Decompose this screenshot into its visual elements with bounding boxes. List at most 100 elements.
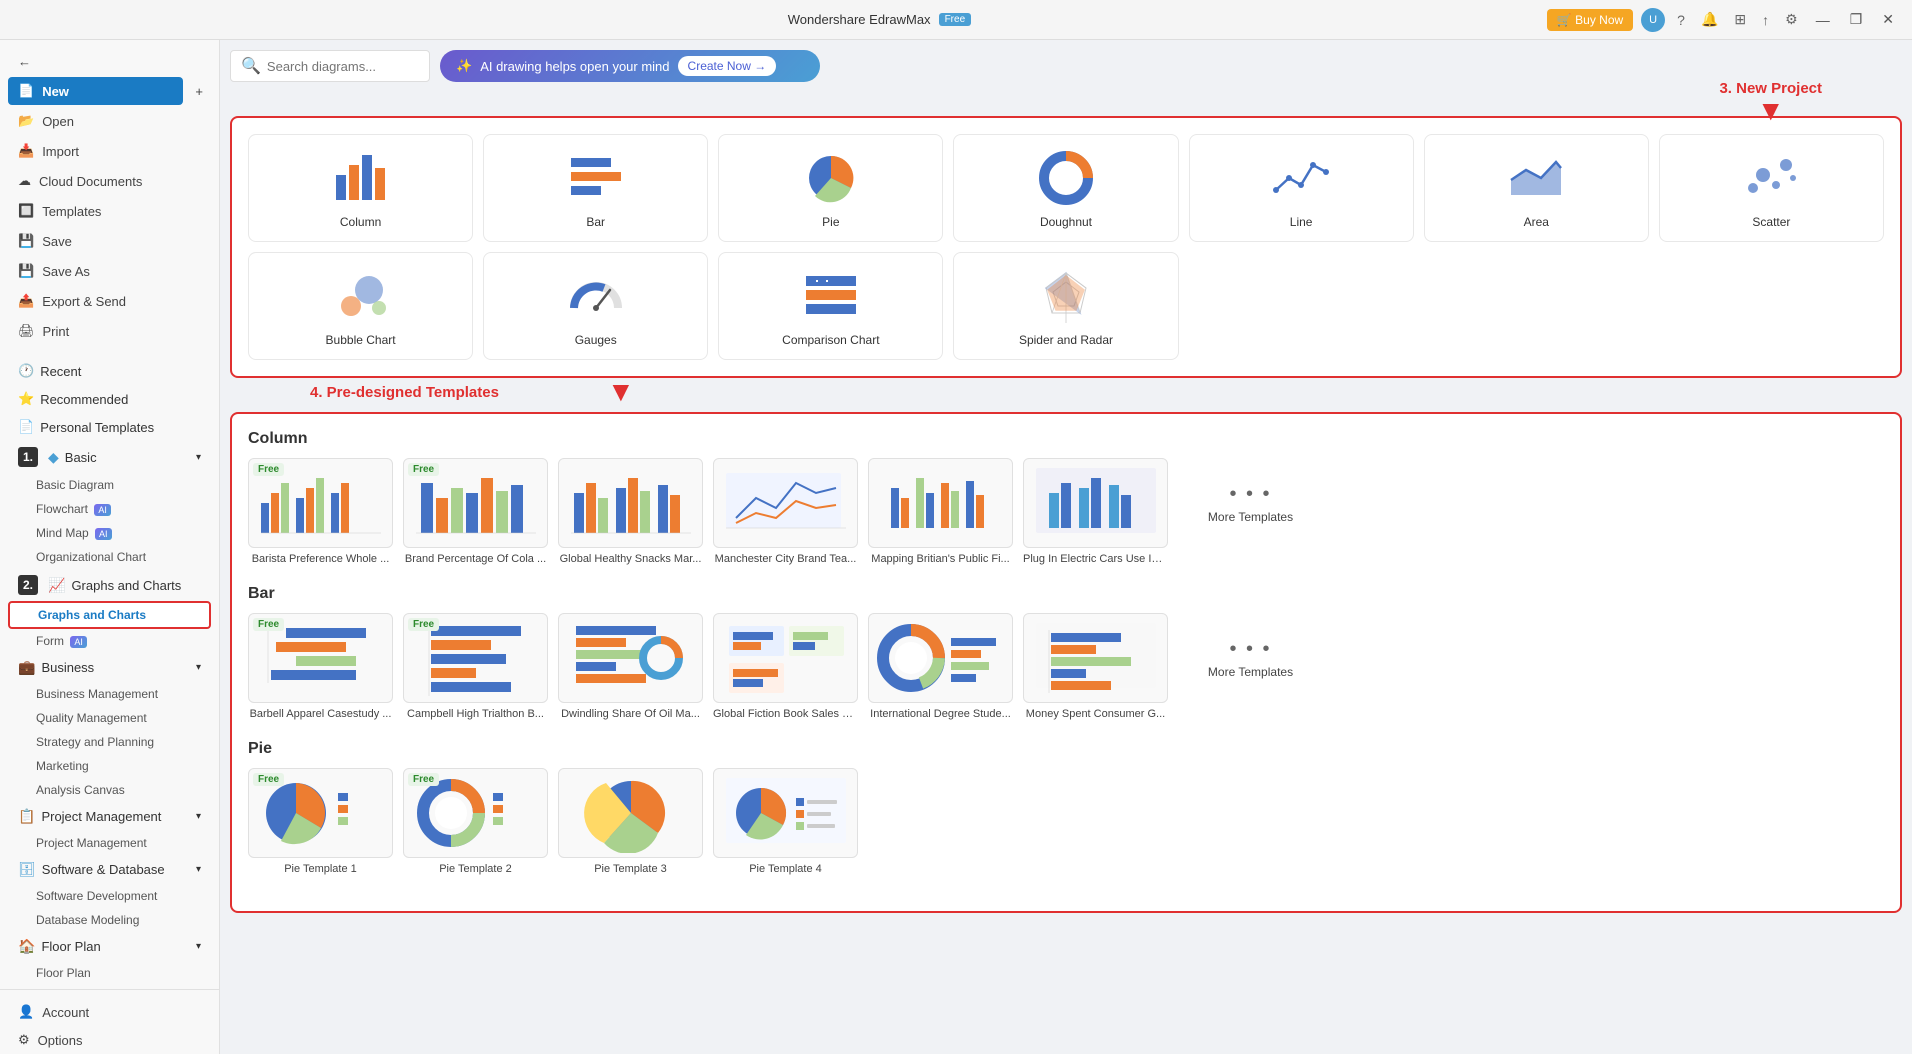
user-avatar[interactable]: U (1641, 8, 1665, 32)
bubble-icon (331, 265, 391, 325)
section-floor-header[interactable]: 🏠 Floor Plan ▾ (8, 932, 211, 961)
template-pie-3[interactable]: Pie Template 3 (558, 768, 703, 875)
sidebar-item-mind-map[interactable]: Mind Map AI (8, 521, 211, 545)
ai-badge-form: AI (70, 636, 87, 648)
free-badge-barista: Free (253, 463, 284, 476)
main-layout: ← 📄 New + 📂 Open 📥 Import ☁ (0, 40, 1912, 1054)
template-pie-4[interactable]: Pie Template 4 (713, 768, 858, 875)
new-button[interactable]: 📄 New (8, 77, 183, 105)
open-button[interactable]: 📂 Open (8, 107, 211, 135)
bubble-label: Bubble Chart (326, 333, 396, 347)
chart-type-column[interactable]: Column (248, 134, 473, 242)
doughnut-label: Doughnut (1040, 215, 1092, 229)
sidebar-item-org-chart[interactable]: Organizational Chart (8, 545, 211, 569)
help-icon[interactable]: ? (1673, 10, 1689, 30)
back-button[interactable]: ← (8, 48, 211, 75)
import-button[interactable]: 📥 Import (8, 137, 211, 165)
chart-type-scatter[interactable]: Scatter (1659, 134, 1884, 242)
sidebar-item-strategy[interactable]: Strategy and Planning (8, 730, 211, 754)
search-input[interactable] (267, 59, 407, 74)
template-oil[interactable]: Dwindling Share Of Oil Ma... (558, 613, 703, 720)
template-fiction[interactable]: Global Fiction Book Sales B... (713, 613, 858, 720)
create-now-button[interactable]: Create Now → (678, 56, 777, 76)
minimize-button[interactable]: — (1810, 10, 1836, 30)
sidebar-item-floor-plan[interactable]: Floor Plan (8, 961, 211, 985)
chart-type-pie[interactable]: Pie (718, 134, 943, 242)
chart-type-line[interactable]: Line (1189, 134, 1414, 242)
options-button[interactable]: ⚙ Options (8, 1026, 211, 1054)
maximize-button[interactable]: ❐ (1844, 9, 1869, 30)
cloud-button[interactable]: ☁ Cloud Documents (8, 167, 211, 195)
floor-icon: 🏠 (18, 938, 35, 955)
search-box[interactable]: 🔍 (230, 50, 430, 82)
chart-type-doughnut[interactable]: Doughnut (953, 134, 1178, 242)
sidebar-item-personal-templates[interactable]: 📄 Personal Templates (8, 413, 211, 441)
template-barbell[interactable]: Free (248, 613, 393, 720)
chart-type-area[interactable]: Area (1424, 134, 1649, 242)
chart-type-gauges[interactable]: Gauges (483, 252, 708, 360)
new-plus-button[interactable]: + (187, 78, 211, 105)
export-button[interactable]: 📤 Export & Send (8, 287, 211, 315)
buy-now-button[interactable]: 🛒 Buy Now (1547, 9, 1633, 31)
back-icon: ← (18, 54, 31, 69)
titlebar-center: Wondershare EdrawMax Free (788, 12, 971, 27)
chart-type-bubble[interactable]: Bubble Chart (248, 252, 473, 360)
section-project-header[interactable]: 📋 Project Management ▾ (8, 802, 211, 831)
settings-icon[interactable]: ⚙ (1781, 9, 1802, 30)
section-business-header[interactable]: 💼 Business ▾ (8, 653, 211, 682)
print-label: Print (43, 324, 70, 339)
bar-icon (566, 147, 626, 207)
graphs-icon: 📈 (48, 577, 65, 594)
sidebar-item-recommended[interactable]: ⭐ Recommended (8, 385, 211, 413)
template-barista[interactable]: Free (248, 458, 393, 565)
step1-label: 1. (18, 447, 38, 467)
sidebar-item-database-modeling[interactable]: Database Modeling (8, 908, 211, 932)
sidebar-item-graphs-charts[interactable]: Graphs and Charts (8, 601, 211, 629)
share-icon[interactable]: ↑ (1758, 10, 1773, 30)
save-button[interactable]: 💾 Save (8, 227, 211, 255)
bell-icon[interactable]: 🔔 (1697, 9, 1722, 30)
templates-button[interactable]: 🔲 Templates (8, 197, 211, 225)
more-column-templates[interactable]: • • • More Templates (1178, 458, 1323, 548)
account-button[interactable]: 👤 Account (8, 998, 211, 1026)
free-badge-barbell: Free (253, 618, 284, 631)
more-bar-templates[interactable]: • • • More Templates (1178, 613, 1323, 703)
sidebar-item-basic-diagram[interactable]: Basic Diagram (8, 473, 211, 497)
recommended-label: Recommended (40, 392, 128, 407)
template-electric-cars[interactable]: Plug In Electric Cars Use In ... (1023, 458, 1168, 565)
sidebar-item-software-dev[interactable]: Software Development (8, 884, 211, 908)
template-money-consumer[interactable]: Money Spent Consumer G... (1023, 613, 1168, 720)
chart-type-spider[interactable]: Spider and Radar (953, 252, 1178, 360)
template-campbell[interactable]: Free (403, 613, 548, 720)
template-pie-1[interactable]: Free (248, 768, 393, 875)
sidebar-item-project-mgmt[interactable]: Project Management (8, 831, 211, 855)
app-name: Wondershare EdrawMax (788, 12, 931, 27)
template-global-snacks[interactable]: Global Healthy Snacks Mar... (558, 458, 703, 565)
sidebar-item-analysis[interactable]: Analysis Canvas (8, 778, 211, 802)
chart-type-bar[interactable]: Bar (483, 134, 708, 242)
print-button[interactable]: 🖨 Print (8, 317, 211, 345)
sidebar-item-marketing[interactable]: Marketing (8, 754, 211, 778)
template-brand-pct[interactable]: Free (403, 458, 548, 565)
template-manchester[interactable]: Manchester City Brand Tea... (713, 458, 858, 565)
sidebar-item-recent[interactable]: 🕐 Recent (8, 357, 211, 385)
template-pie-2[interactable]: Free (403, 768, 548, 875)
sidebar-top: ← 📄 New + 📂 Open 📥 Import ☁ (0, 40, 219, 353)
section-software-header[interactable]: 🗄 Software & Database ▾ (8, 855, 211, 884)
pie-template-row: Free (248, 768, 1884, 875)
save-as-label: Save As (42, 264, 90, 279)
template-intl-degree[interactable]: International Degree Stude... (868, 613, 1013, 720)
sidebar-item-quality-mgmt[interactable]: Quality Management (8, 706, 211, 730)
sidebar-item-form[interactable]: Form AI (8, 629, 211, 653)
chart-type-comparison[interactable]: Comparison Chart (718, 252, 943, 360)
grid-icon[interactable]: ⊞ (1730, 9, 1750, 30)
template-mapping-britain[interactable]: Mapping Britian's Public Fi... (868, 458, 1013, 565)
cloud-label: Cloud Documents (39, 174, 142, 189)
save-as-button[interactable]: 💾 Save As (8, 257, 211, 285)
section-basic-header[interactable]: 1. ◆ Basic ▾ (8, 441, 211, 473)
close-button[interactable]: ✕ (1876, 9, 1900, 30)
sidebar-item-business-mgmt[interactable]: Business Management (8, 682, 211, 706)
section-graphs-header[interactable]: 2. 📈 Graphs and Charts (8, 569, 211, 601)
sidebar-item-flowchart[interactable]: Flowchart AI (8, 497, 211, 521)
section-basic: 1. ◆ Basic ▾ Basic Diagram Flowchart AI … (8, 441, 211, 569)
